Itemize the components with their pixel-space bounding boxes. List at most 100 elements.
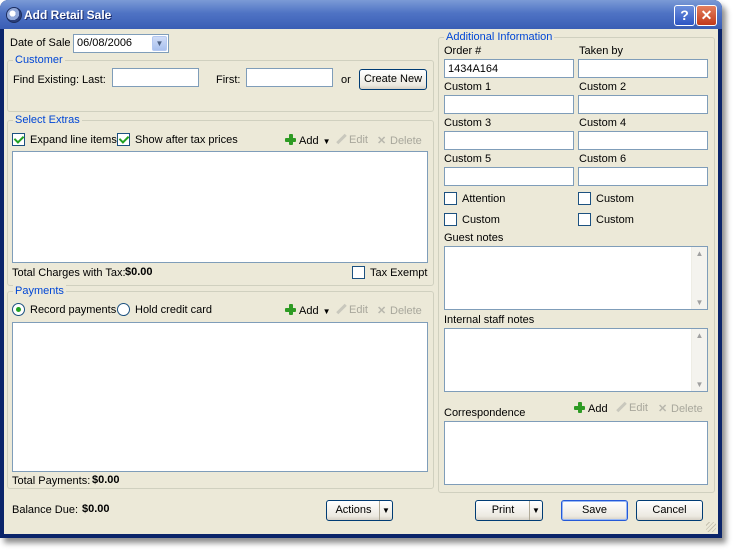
actions-button[interactable]: Actions ▼	[326, 500, 393, 521]
date-of-sale-picker[interactable]: 06/08/2006 ▼	[73, 34, 169, 53]
create-new-button[interactable]: Create New	[359, 69, 427, 90]
chevron-down-icon[interactable]: ▼	[379, 501, 392, 520]
payments-edit-label: Edit	[349, 304, 368, 316]
show-after-tax-label: Show after tax prices	[135, 134, 238, 146]
custom-5-input[interactable]	[444, 167, 574, 186]
show-after-tax-checkbox[interactable]	[117, 133, 130, 146]
cancel-button[interactable]: Cancel	[636, 500, 703, 521]
save-button[interactable]: Save	[561, 500, 628, 521]
pencil-icon	[336, 134, 346, 144]
extras-list[interactable]	[12, 151, 428, 263]
guest-notes-scrollbar[interactable]: ▲ ▼	[691, 247, 707, 309]
correspondence-label: Correspondence	[444, 407, 526, 419]
total-charges-value: $0.00	[125, 266, 153, 278]
custom-checkbox-1[interactable]	[578, 192, 591, 205]
scroll-up-icon[interactable]: ▲	[692, 331, 707, 340]
internal-staff-notes-label: Internal staff notes	[444, 314, 535, 326]
close-button[interactable]: ✕	[696, 5, 717, 26]
total-payments-value: $0.00	[92, 474, 120, 486]
custom-checkbox-2-label: Custom	[462, 214, 500, 226]
guest-notes-label: Guest notes	[444, 232, 504, 244]
custom-checkbox-3[interactable]	[578, 213, 591, 226]
custom-5-label: Custom 5	[444, 153, 492, 165]
select-extras-legend: Select Extras	[13, 114, 82, 126]
title-bar[interactable]: Add Retail Sale ? ✕	[0, 0, 722, 29]
custom-checkbox-3-label: Custom	[596, 214, 634, 226]
add-retail-sale-window: Add Retail Sale ? ✕ Date of Sale 06/08/2…	[0, 0, 722, 538]
chevron-down-icon[interactable]: ▼	[152, 36, 167, 51]
extras-delete-button[interactable]: ✕ Delete	[377, 134, 422, 147]
guest-notes-textarea[interactable]: ▲ ▼	[444, 246, 708, 310]
date-of-sale-label: Date of Sale	[10, 37, 71, 49]
correspondence-edit-button[interactable]: Edit	[616, 402, 648, 414]
custom-1-label: Custom 1	[444, 81, 492, 93]
extras-add-button[interactable]: Add ▼	[285, 134, 331, 147]
scroll-up-icon[interactable]: ▲	[692, 249, 707, 258]
expand-line-items-checkbox[interactable]	[12, 133, 25, 146]
payments-add-button[interactable]: Add ▼	[285, 304, 331, 317]
order-number-input[interactable]	[444, 59, 574, 78]
payments-legend: Payments	[13, 285, 66, 297]
additional-info-legend: Additional Information	[444, 31, 555, 43]
extras-add-label: Add	[299, 135, 319, 147]
custom-4-input[interactable]	[578, 131, 708, 150]
expand-line-items-label: Expand line items	[30, 134, 117, 146]
pencil-icon	[616, 402, 626, 412]
correspondence-list[interactable]	[444, 421, 708, 485]
taken-by-input[interactable]	[578, 59, 708, 78]
internal-staff-notes-textarea[interactable]: ▲ ▼	[444, 328, 708, 392]
balance-due-value: $0.00	[82, 503, 110, 515]
x-icon: ✕	[377, 135, 387, 147]
attention-label: Attention	[462, 193, 506, 205]
help-button[interactable]: ?	[674, 5, 695, 26]
extras-edit-button[interactable]: Edit	[336, 134, 368, 146]
record-payments-radio[interactable]	[12, 303, 25, 316]
dialog-body: Date of Sale 06/08/2006 ▼ Customer Find …	[4, 29, 718, 534]
record-payments-label: Record payments	[30, 304, 117, 316]
first-name-label: First:	[216, 74, 241, 86]
custom-2-input[interactable]	[578, 95, 708, 114]
taken-by-label: Taken by	[579, 45, 624, 57]
correspondence-edit-label: Edit	[629, 402, 648, 414]
find-existing-label: Find Existing:	[13, 74, 80, 86]
balance-due-label: Balance Due:	[12, 504, 79, 516]
custom-checkbox-2[interactable]	[444, 213, 457, 226]
payments-delete-button[interactable]: ✕ Delete	[377, 304, 422, 317]
resize-grip[interactable]	[706, 522, 716, 532]
custom-4-label: Custom 4	[579, 117, 627, 129]
pencil-icon	[336, 304, 346, 314]
hold-credit-card-radio[interactable]	[117, 303, 130, 316]
last-name-label: Last:	[82, 74, 106, 86]
tax-exempt-checkbox[interactable]	[352, 266, 365, 279]
print-button[interactable]: Print ▼	[475, 500, 543, 521]
total-payments-label: Total Payments:	[12, 475, 91, 487]
payments-list[interactable]	[12, 322, 428, 472]
hold-credit-card-label: Hold credit card	[135, 304, 213, 316]
payments-edit-button[interactable]: Edit	[336, 304, 368, 316]
staff-notes-scrollbar[interactable]: ▲ ▼	[691, 329, 707, 391]
customer-legend: Customer	[13, 54, 65, 66]
custom-2-label: Custom 2	[579, 81, 627, 93]
scroll-down-icon[interactable]: ▼	[692, 380, 707, 389]
custom-6-input[interactable]	[578, 167, 708, 186]
attention-checkbox[interactable]	[444, 192, 457, 205]
x-icon: ✕	[658, 403, 668, 415]
chevron-down-icon: ▼	[322, 137, 331, 146]
payments-delete-label: Delete	[390, 305, 422, 317]
extras-delete-label: Delete	[390, 135, 422, 147]
custom-3-label: Custom 3	[444, 117, 492, 129]
app-icon	[6, 7, 22, 23]
last-name-input[interactable]	[112, 68, 199, 87]
total-charges-label: Total Charges with Tax:	[12, 267, 126, 279]
correspondence-delete-button[interactable]: ✕ Delete	[658, 402, 703, 415]
correspondence-add-label: Add	[588, 403, 608, 415]
custom-6-label: Custom 6	[579, 153, 627, 165]
correspondence-add-button[interactable]: Add	[574, 402, 608, 415]
chevron-down-icon[interactable]: ▼	[529, 501, 542, 520]
custom-checkbox-1-label: Custom	[596, 193, 634, 205]
custom-1-input[interactable]	[444, 95, 574, 114]
custom-3-input[interactable]	[444, 131, 574, 150]
first-name-input[interactable]	[246, 68, 333, 87]
scroll-down-icon[interactable]: ▼	[692, 298, 707, 307]
tax-exempt-label: Tax Exempt	[370, 267, 428, 279]
